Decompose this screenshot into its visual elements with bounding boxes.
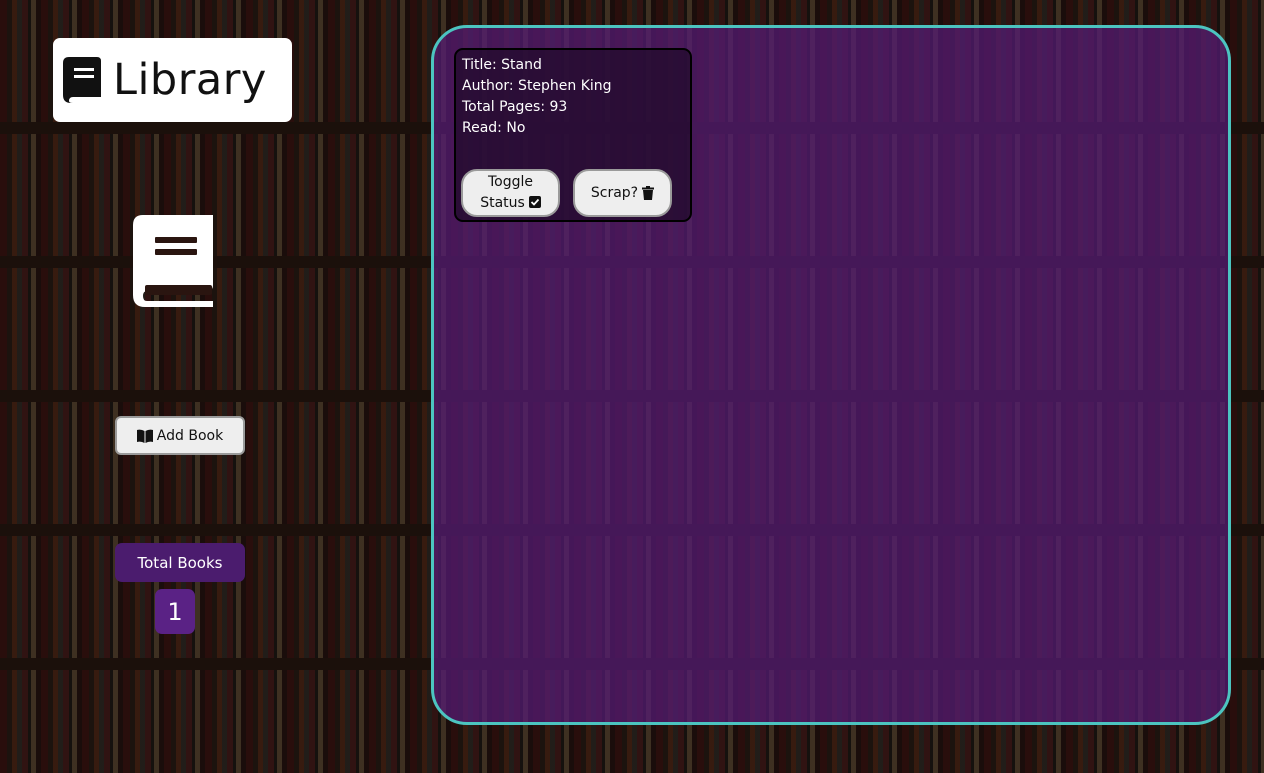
total-books-count: 1 — [155, 589, 195, 634]
add-book-button[interactable]: Add Book — [115, 416, 245, 455]
book-icon — [63, 57, 101, 103]
total-books-label: Total Books — [115, 543, 245, 582]
book-title: Title: Stand — [462, 57, 542, 73]
book-read-status: Read: No — [462, 120, 526, 136]
book-open-icon — [136, 429, 153, 443]
book-icon — [133, 215, 213, 307]
trash-icon — [642, 186, 655, 200]
scrap-label: Scrap? — [590, 185, 639, 201]
toggle-status-label-line2-wrap: Status — [480, 193, 541, 214]
checkbox-checked-icon — [528, 196, 541, 208]
book-author: Author: Stephen King — [462, 78, 612, 94]
scrap-book-button[interactable]: Scrap? — [573, 169, 672, 217]
toggle-status-label-line2: Status — [480, 195, 525, 211]
book-pages: Total Pages: 93 — [462, 99, 568, 115]
library-logo: Library — [53, 38, 292, 122]
toggle-status-label-line1: Toggle — [487, 174, 533, 190]
logo-title: Library — [113, 55, 267, 105]
toggle-status-button[interactable]: Toggle Status — [461, 169, 560, 217]
add-book-label: Add Book — [156, 427, 224, 444]
